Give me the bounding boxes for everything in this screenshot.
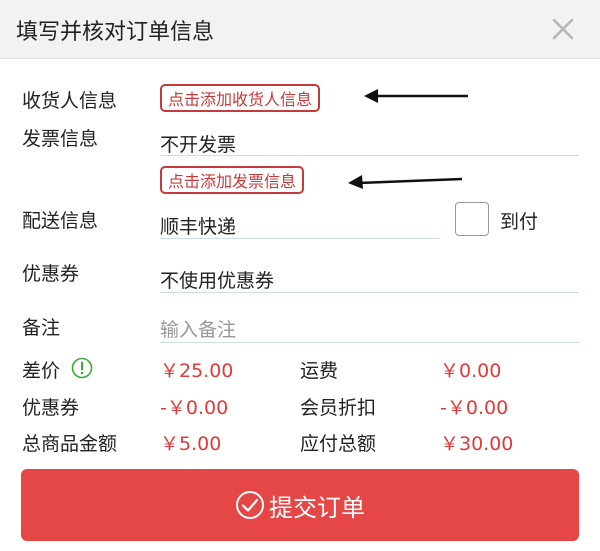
page-title: 填写并核对订单信息 (16, 20, 215, 45)
summary-coupon-label: 优惠券 (22, 397, 80, 419)
close-icon[interactable] (548, 14, 578, 44)
submit-order-button[interactable]: 提交订单 (21, 469, 579, 541)
remark-label: 备注 (22, 317, 61, 339)
cod-checkbox[interactable] (455, 202, 489, 236)
coupon-underline (160, 292, 579, 293)
shipping-value: ￥0.00 (440, 360, 502, 382)
invoice-underline (160, 155, 579, 156)
remark-underline (160, 342, 579, 343)
info-icon[interactable] (71, 357, 93, 379)
arrow-icon (364, 89, 468, 103)
delivery-value[interactable]: 顺丰快递 (160, 212, 236, 239)
invoice-value[interactable]: 不开发票 (160, 130, 236, 157)
add-invoice-button[interactable]: 点击添加发票信息 (160, 166, 305, 194)
diff-value: ￥25.00 (160, 360, 234, 382)
delivery-label: 配送信息 (22, 210, 99, 232)
check-circle-icon (236, 491, 264, 519)
payable-value: ￥30.00 (440, 433, 514, 455)
cod-label: 到付 (500, 211, 539, 233)
add-recipient-button[interactable]: 点击添加收货人信息 (160, 84, 321, 112)
recipient-label: 收货人信息 (22, 90, 118, 112)
coupon-label: 优惠券 (22, 263, 80, 285)
member-discount-label: 会员折扣 (300, 397, 377, 419)
shipping-label: 运费 (300, 360, 339, 382)
submit-order-label: 提交订单 (269, 493, 365, 522)
header-bar: 填写并核对订单信息 (0, 0, 600, 59)
member-discount-value: -￥0.00 (440, 397, 509, 419)
invoice-label: 发票信息 (22, 128, 99, 150)
coupon-value[interactable]: 不使用优惠券 (160, 266, 274, 293)
total-goods-label: 总商品金额 (22, 433, 118, 455)
diff-label: 差价 (22, 360, 61, 382)
summary-coupon-value: -￥0.00 (160, 397, 229, 419)
total-goods-value: ￥5.00 (160, 433, 222, 455)
delivery-underline (160, 238, 440, 239)
remark-input[interactable]: 输入备注 (160, 315, 236, 342)
payable-label: 应付总额 (300, 433, 377, 455)
arrow-icon (348, 175, 463, 189)
